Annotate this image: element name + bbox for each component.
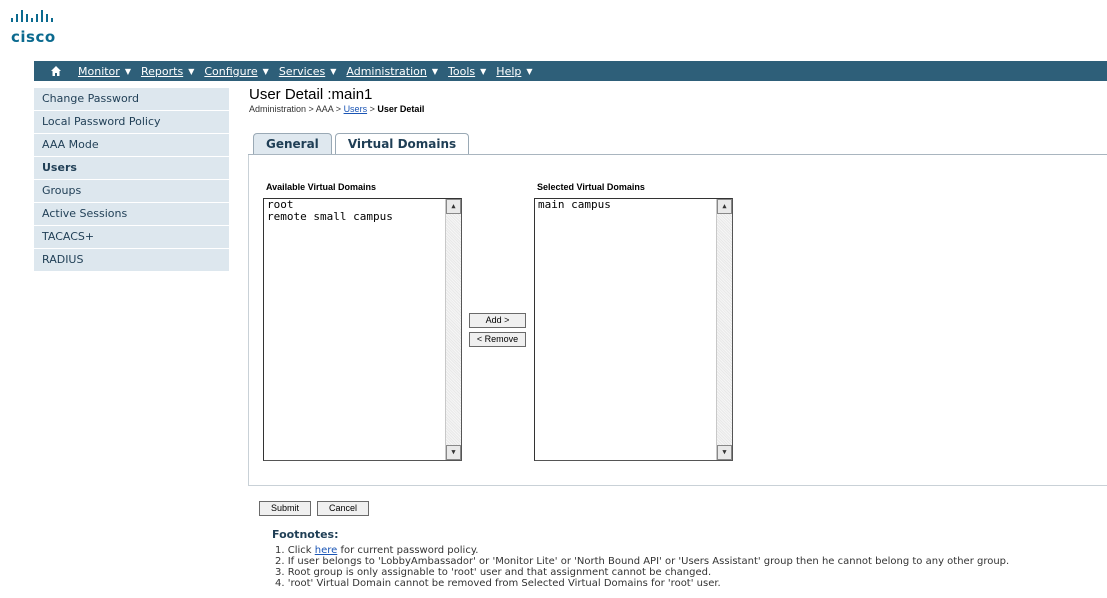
home-button[interactable] — [34, 61, 78, 81]
nav-services-label: Services — [278, 64, 326, 78]
chevron-down-icon: ▼ — [526, 66, 533, 76]
breadcrumb: Administration > AAA > Users > User Deta… — [249, 104, 424, 114]
footnote-1: 1. Click here for current password polic… — [275, 545, 1009, 556]
sidebar-item-change-password[interactable]: Change Password — [34, 88, 229, 111]
breadcrumb-users-link[interactable]: Users — [344, 104, 368, 114]
top-nav-bar: Monitor ▼ Reports ▼ Configure ▼ Services ▼ A… — [34, 61, 1107, 81]
sidebar-item-tacacs[interactable]: TACACS+ — [34, 226, 229, 249]
scrollbar[interactable]: ▲ ▼ — [445, 199, 461, 460]
cisco-bars-icon — [11, 10, 53, 22]
available-domains-list[interactable]: root remote small campus ▲ ▼ — [263, 198, 462, 461]
add-button[interactable]: Add > — [469, 313, 526, 328]
nav-help[interactable]: Help ▼ — [496, 65, 532, 78]
footnote-2: 2. If user belongs to 'LobbyAmbassador' … — [275, 556, 1010, 567]
footnote-3: 3. Root group is only assignable to 'roo… — [275, 567, 712, 578]
chevron-down-icon: ▼ — [262, 66, 269, 76]
scroll-up-icon[interactable]: ▲ — [446, 199, 461, 214]
scrollbar[interactable]: ▲ ▼ — [716, 199, 732, 460]
chevron-down-icon: ▼ — [480, 66, 487, 76]
breadcrumb-prefix: Administration > AAA > — [249, 104, 344, 114]
sidebar-item-local-password-policy[interactable]: Local Password Policy — [34, 111, 229, 134]
nav-configure-label: Configure — [204, 64, 258, 78]
sidebar-item-users[interactable]: Users — [34, 157, 229, 180]
scroll-down-icon[interactable]: ▼ — [446, 445, 461, 460]
password-policy-link[interactable]: here — [315, 545, 338, 556]
nav-administration-label: Administration — [346, 64, 427, 78]
sidebar-item-groups[interactable]: Groups — [34, 180, 229, 203]
breadcrumb-separator: > — [367, 104, 378, 114]
tab-divider — [248, 154, 1107, 155]
nav-configure[interactable]: Configure ▼ — [204, 65, 268, 78]
home-icon — [51, 66, 61, 76]
list-item[interactable]: main campus — [535, 199, 732, 211]
nav-tools[interactable]: Tools ▼ — [448, 65, 486, 78]
nav-services[interactable]: Services ▼ — [279, 65, 337, 78]
chevron-down-icon: ▼ — [188, 66, 195, 76]
submit-button[interactable]: Submit — [259, 501, 311, 516]
footnotes-title: Footnotes: — [272, 528, 339, 541]
remove-button[interactable]: < Remove — [469, 332, 526, 347]
nav-monitor[interactable]: Monitor ▼ — [78, 65, 131, 78]
cisco-wordmark: cisco — [11, 28, 56, 46]
sidebar: Change Password Local Password Policy AA… — [34, 88, 229, 272]
selected-domains-list[interactable]: main campus ▲ ▼ — [534, 198, 733, 461]
available-domains-label: Available Virtual Domains — [266, 182, 377, 192]
chevron-down-icon: ▼ — [330, 66, 337, 76]
chevron-down-icon: ▼ — [431, 66, 439, 76]
scroll-up-icon[interactable]: ▲ — [717, 199, 732, 214]
tab-bar: General Virtual Domains — [253, 133, 472, 154]
nav-administration[interactable]: Administration ▼ — [346, 65, 438, 78]
footnote-4: 4. 'root' Virtual Domain cannot be remov… — [275, 578, 721, 589]
list-item[interactable]: remote small campus — [264, 211, 461, 223]
breadcrumb-current: User Detail — [377, 104, 425, 114]
nav-reports[interactable]: Reports ▼ — [141, 65, 194, 78]
page-title: User Detail :main1 — [249, 86, 373, 103]
selected-domains-label: Selected Virtual Domains — [537, 182, 645, 192]
footnote-1-prefix: 1. Click — [275, 545, 315, 556]
sidebar-item-active-sessions[interactable]: Active Sessions — [34, 203, 229, 226]
sidebar-item-radius[interactable]: RADIUS — [34, 249, 229, 272]
nav-reports-label: Reports — [140, 64, 184, 78]
tab-general[interactable]: General — [253, 133, 332, 154]
tab-virtual-domains[interactable]: Virtual Domains — [334, 133, 470, 154]
chevron-down-icon: ▼ — [124, 66, 131, 76]
cancel-button[interactable]: Cancel — [317, 501, 369, 516]
scroll-down-icon[interactable]: ▼ — [717, 445, 732, 460]
footnote-1-suffix: for current password policy. — [337, 545, 479, 556]
cisco-logo: cisco — [11, 8, 71, 48]
nav-monitor-label: Monitor — [78, 64, 120, 78]
sidebar-item-aaa-mode[interactable]: AAA Mode — [34, 134, 229, 157]
nav-tools-label: Tools — [448, 64, 476, 78]
footnotes: 1. Click here for current password polic… — [275, 545, 1009, 589]
nav-help-label: Help — [496, 64, 522, 78]
